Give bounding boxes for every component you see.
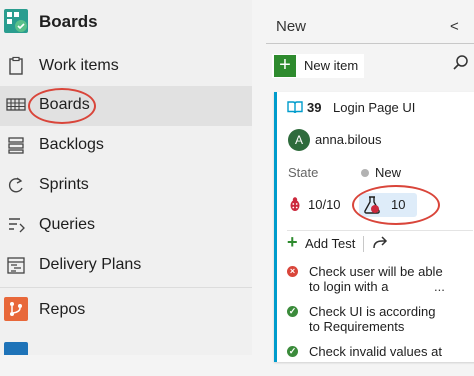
nav-item-label: Queries <box>39 216 96 233</box>
avatar: A <box>288 129 310 151</box>
test-item-text: Check user will be able to login with a <box>309 264 443 294</box>
nav-item-queries[interactable]: Queries <box>0 206 252 246</box>
nav-item-backlogs[interactable]: Backlogs <box>0 126 252 166</box>
open-in-new-icon[interactable] <box>371 234 389 252</box>
nav-item-pipelines-partial[interactable] <box>4 342 28 355</box>
nav-item-label: Backlogs <box>39 136 104 153</box>
nav-item-work-items[interactable]: Work items <box>0 47 252 87</box>
new-item-label: New item <box>304 58 359 73</box>
test-item[interactable]: ✓ Check UI is according to Requirements <box>287 304 474 336</box>
queries-icon <box>9 218 25 233</box>
test-item[interactable]: ✓ Check invalid values at <box>287 344 474 376</box>
more-options-icon[interactable]: ... <box>434 279 445 294</box>
nav-item-delivery-plans[interactable]: Delivery Plans <box>0 246 252 286</box>
nav-header[interactable]: Boards <box>0 0 252 44</box>
state-value[interactable]: New <box>375 165 401 180</box>
repos-icon <box>4 297 28 321</box>
assignee-name[interactable]: anna.bilous <box>315 132 382 147</box>
plus-icon: + <box>287 232 298 252</box>
nav-item-label: Work items <box>39 57 119 74</box>
board-column: New < + New item 39 Login Page UI A anna… <box>252 0 474 362</box>
nav-item-label: Repos <box>39 301 86 318</box>
card-divider <box>287 230 473 231</box>
delivery-plans-icon <box>7 257 25 274</box>
search-icon[interactable] <box>452 54 470 72</box>
annotation-circle-boards <box>28 88 96 124</box>
passed-status-icon: ✓ <box>287 306 298 317</box>
test-item-text: Check UI is according to Requirements <box>309 304 436 334</box>
annotation-circle-tests <box>352 185 440 225</box>
work-item-title[interactable]: Login Page UI <box>333 100 415 115</box>
passed-status-icon: ✓ <box>287 346 298 357</box>
state-dot-icon <box>361 169 369 177</box>
failed-status-icon: × <box>287 266 298 277</box>
chevron-left-icon[interactable]: < <box>450 18 459 35</box>
add-test-label: Add Test <box>305 236 356 251</box>
boards-logo-icon <box>4 9 28 33</box>
test-item-text: Check invalid values at <box>309 344 442 359</box>
state-label: State <box>288 165 319 180</box>
new-item-button[interactable]: + New item <box>272 54 364 78</box>
work-items-icon <box>9 56 23 75</box>
nav-divider <box>0 287 252 288</box>
backlogs-icon <box>8 137 24 154</box>
plus-icon: + <box>274 55 296 77</box>
toolbar-separator <box>363 236 364 252</box>
column-header-line <box>266 43 474 44</box>
work-item-card[interactable]: 39 Login Page UI A anna.bilous State New… <box>274 92 474 362</box>
sprints-icon <box>8 177 23 193</box>
bug-count: 10/10 <box>308 197 341 212</box>
column-title: New <box>276 18 307 35</box>
test-item[interactable]: × Check user will be able to login with … <box>287 264 474 296</box>
bug-icon <box>290 197 300 211</box>
add-test-button[interactable]: + Add Test <box>287 232 357 254</box>
nav-item-sprints[interactable]: Sprints <box>0 166 252 206</box>
user-story-icon <box>287 101 303 114</box>
boards-grid-icon <box>6 98 26 111</box>
nav-item-label: Sprints <box>39 176 89 193</box>
nav-item-repos[interactable]: Repos <box>0 291 252 331</box>
nav-header-title: Boards <box>39 12 98 31</box>
nav-item-label: Delivery Plans <box>39 256 142 273</box>
left-navigation: Boards Work items Boards Backlogs Sprint… <box>0 0 252 355</box>
work-item-id: 39 <box>307 100 322 115</box>
